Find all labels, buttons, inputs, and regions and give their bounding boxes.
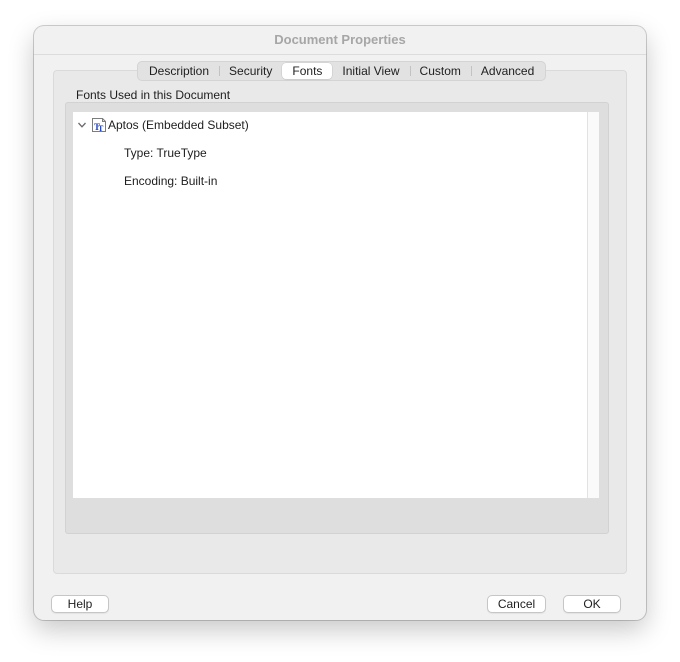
tab-advanced[interactable]: Advanced: [470, 63, 544, 79]
ok-button[interactable]: OK: [563, 595, 621, 613]
document-properties-dialog: Document Properties Description Security…: [34, 26, 646, 620]
title-bar[interactable]: Document Properties: [34, 26, 646, 55]
font-type-detail: Type: TrueType: [124, 146, 207, 160]
font-type-text: Type: TrueType: [124, 146, 207, 160]
vertical-scrollbar-track[interactable]: [587, 112, 599, 498]
font-encoding-detail: Encoding: Built-in: [124, 174, 217, 188]
tab-security[interactable]: Security: [219, 63, 282, 79]
cancel-button[interactable]: Cancel: [487, 595, 546, 613]
tab-initial-view[interactable]: Initial View: [332, 63, 409, 79]
font-name: Aptos (Embedded Subset): [108, 118, 249, 132]
chevron-down-icon[interactable]: [77, 120, 87, 130]
window-title: Document Properties: [274, 32, 406, 47]
help-button[interactable]: Help: [51, 595, 109, 613]
tab-bar: Description Security Fonts Initial View …: [137, 61, 547, 81]
tab-description[interactable]: Description: [139, 63, 219, 79]
tab-custom[interactable]: Custom: [409, 63, 471, 79]
tab-fonts[interactable]: Fonts: [282, 63, 333, 79]
fonts-section-label: Fonts Used in this Document: [76, 88, 231, 102]
truetype-font-icon: T T: [92, 118, 106, 133]
fonts-tree[interactable]: T T Aptos (Embedded Subset) Type: TrueTy…: [73, 112, 587, 498]
font-item[interactable]: T T Aptos (Embedded Subset): [77, 117, 249, 133]
font-encoding-text: Encoding: Built-in: [124, 174, 218, 188]
svg-text:T: T: [98, 124, 104, 133]
